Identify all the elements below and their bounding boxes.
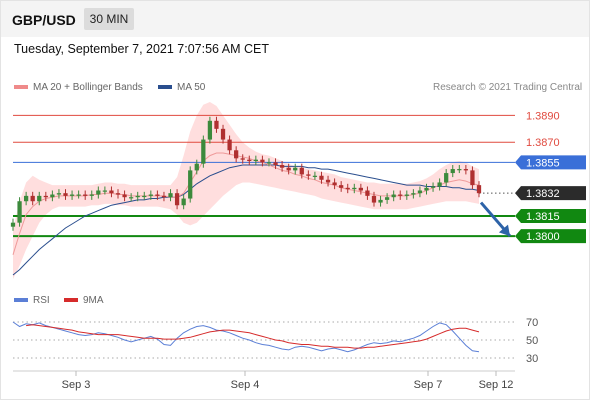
candle-body bbox=[115, 193, 121, 195]
x-tick-label-Sep-4: Sep 4 bbox=[231, 379, 260, 391]
rsi-line bbox=[12, 321, 480, 353]
candle-body bbox=[391, 194, 396, 198]
rsi-ma-line bbox=[26, 324, 480, 349]
candle-body bbox=[365, 190, 370, 196]
level-label-1.3832: 1.3832 bbox=[526, 188, 560, 200]
candle-body bbox=[266, 162, 272, 164]
candle-body bbox=[325, 179, 331, 183]
candle-body bbox=[476, 185, 482, 194]
candle-body bbox=[286, 167, 291, 171]
candle-body bbox=[437, 182, 442, 187]
x-tick-label-Sep-3: Sep 3 bbox=[62, 379, 91, 391]
rsi-level-label-50: 50 bbox=[526, 335, 538, 347]
candle-body bbox=[352, 187, 357, 190]
chart-widget: GBP/USD 30 MIN Tuesday, September 7, 202… bbox=[0, 0, 590, 400]
candle-body bbox=[188, 170, 193, 199]
candle-body bbox=[470, 170, 475, 186]
x-tick-label-Sep-7: Sep 7 bbox=[414, 379, 443, 391]
level-label-1.3815: 1.3815 bbox=[526, 211, 560, 223]
level-label-1.3870: 1.3870 bbox=[526, 137, 560, 149]
candle-body bbox=[332, 182, 337, 186]
candle-body bbox=[345, 187, 350, 190]
candle-body bbox=[37, 195, 42, 202]
candle-body bbox=[10, 222, 16, 227]
candle-body bbox=[430, 186, 436, 188]
candle-body bbox=[83, 194, 88, 196]
candle-body bbox=[194, 163, 199, 171]
candle-body bbox=[102, 190, 108, 192]
candle-body bbox=[306, 174, 311, 176]
candle-body bbox=[358, 187, 363, 191]
candle-body bbox=[161, 195, 167, 198]
candle-body bbox=[371, 195, 377, 203]
rsi-level-label-70: 70 bbox=[526, 317, 538, 329]
candle-body bbox=[384, 197, 390, 200]
candle-body bbox=[234, 150, 239, 159]
candle-body bbox=[424, 187, 429, 191]
candle-body bbox=[444, 173, 449, 183]
candle-body bbox=[457, 169, 462, 171]
candle-body bbox=[174, 193, 180, 206]
candle-body bbox=[56, 193, 62, 195]
candle-body bbox=[135, 195, 140, 198]
x-tick-label-Sep-12: Sep 12 bbox=[479, 379, 514, 391]
candle-body bbox=[122, 194, 127, 198]
level-label-1.3890: 1.3890 bbox=[526, 110, 560, 122]
candle-body bbox=[247, 159, 252, 162]
candle-body bbox=[148, 194, 153, 196]
price-chart: 1.3890 1.3870 1.3855 1.3832 1.3815 1.3800 70 50… bbox=[10, 102, 586, 391]
candle-body bbox=[240, 158, 245, 160]
candle-body bbox=[23, 195, 29, 202]
candle-body bbox=[50, 194, 55, 198]
candle-body bbox=[109, 190, 114, 194]
level-label-1.3800: 1.3800 bbox=[526, 231, 560, 243]
candle-body bbox=[214, 120, 219, 129]
candle-body bbox=[299, 167, 304, 175]
candle-body bbox=[69, 194, 75, 196]
candle-body bbox=[17, 201, 22, 223]
candle-body bbox=[279, 165, 285, 168]
candle-body bbox=[293, 167, 298, 171]
candle-body bbox=[378, 199, 383, 203]
candle-body bbox=[227, 139, 232, 151]
candle-body bbox=[168, 193, 173, 198]
candle-body bbox=[96, 190, 101, 195]
candle-body bbox=[89, 194, 94, 196]
candle-body bbox=[201, 139, 206, 164]
candle-body bbox=[260, 159, 265, 163]
rsi-level-label-30: 30 bbox=[526, 353, 538, 365]
candle-body bbox=[312, 175, 318, 177]
candle-body bbox=[411, 193, 416, 195]
candle-body bbox=[273, 162, 278, 166]
candle-body bbox=[181, 198, 186, 206]
candle-body bbox=[63, 193, 68, 196]
candle-body bbox=[450, 169, 455, 174]
candle-body bbox=[253, 159, 258, 162]
candle-body bbox=[398, 194, 403, 196]
candle-body bbox=[207, 120, 213, 140]
candle-body bbox=[30, 195, 35, 202]
candle-body bbox=[404, 194, 409, 196]
bollinger-band-area bbox=[13, 102, 479, 279]
candle-body bbox=[129, 197, 134, 199]
candle-body bbox=[155, 194, 160, 196]
candle-body bbox=[43, 195, 48, 198]
candle-body bbox=[142, 195, 147, 198]
candle-body bbox=[220, 128, 226, 140]
level-label-1.3855: 1.3855 bbox=[526, 157, 560, 169]
candle-body bbox=[339, 185, 344, 188]
candle-body bbox=[76, 194, 81, 196]
candle-body bbox=[417, 190, 423, 194]
candle-body bbox=[463, 169, 469, 171]
candle-body bbox=[319, 175, 324, 180]
